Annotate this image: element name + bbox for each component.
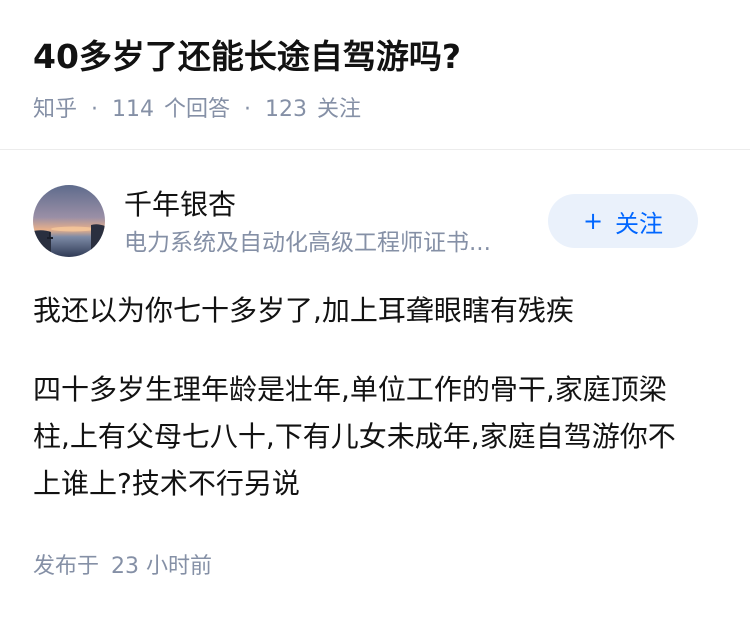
meta-separator: · (244, 97, 252, 122)
question-header: 40多岁了还能长途自驾游吗? 知乎 · 114 个回答 · 123 关注 (0, 0, 750, 150)
follow-button-label: 关注 (615, 209, 664, 238)
answer-content: 我还以为你七十多岁了,加上耳聋眼瞎有残疾 四十多岁生理年龄是壮年,单位工作的骨干… (33, 287, 703, 507)
follower-count-label: 关注 (317, 97, 362, 122)
answer-paragraph: 我还以为你七十多岁了,加上耳聋眼瞎有残疾 (33, 294, 574, 327)
publish-label: 发布于 (33, 554, 100, 579)
sunset-sea-icon (33, 185, 105, 257)
meta-separator: · (91, 97, 99, 122)
question-title[interactable]: 40多岁了还能长途自驾游吗? (33, 32, 461, 82)
follower-count: 123 (265, 97, 308, 122)
answer-card: 千年银杏 电力系统及自动化高级工程师证书... + 关注 我还以为你七十多岁了,… (0, 151, 750, 618)
answer-count: 114 (112, 97, 155, 122)
author-avatar[interactable] (33, 185, 105, 257)
follower-count-link[interactable]: 123 关注 (265, 94, 361, 126)
answer-count-link[interactable]: 114 个回答 (112, 94, 230, 126)
source-label[interactable]: 知乎 (33, 94, 77, 126)
follow-button[interactable]: + 关注 (548, 194, 698, 248)
plus-icon: + (582, 207, 604, 235)
author-headline: 电力系统及自动化高级工程师证书... (124, 230, 491, 256)
publish-time-value: 23 小时前 (111, 554, 213, 579)
question-meta: 知乎 · 114 个回答 · 123 关注 (33, 94, 361, 126)
answer-paragraph: 四十多岁生理年龄是壮年,单位工作的骨干,家庭顶梁柱,上有父母七八十,下有儿女未成… (33, 373, 676, 500)
answer-count-label: 个回答 (164, 97, 231, 122)
publish-time: 发布于 23 小时前 (33, 551, 212, 583)
author-name[interactable]: 千年银杏 (124, 185, 236, 225)
